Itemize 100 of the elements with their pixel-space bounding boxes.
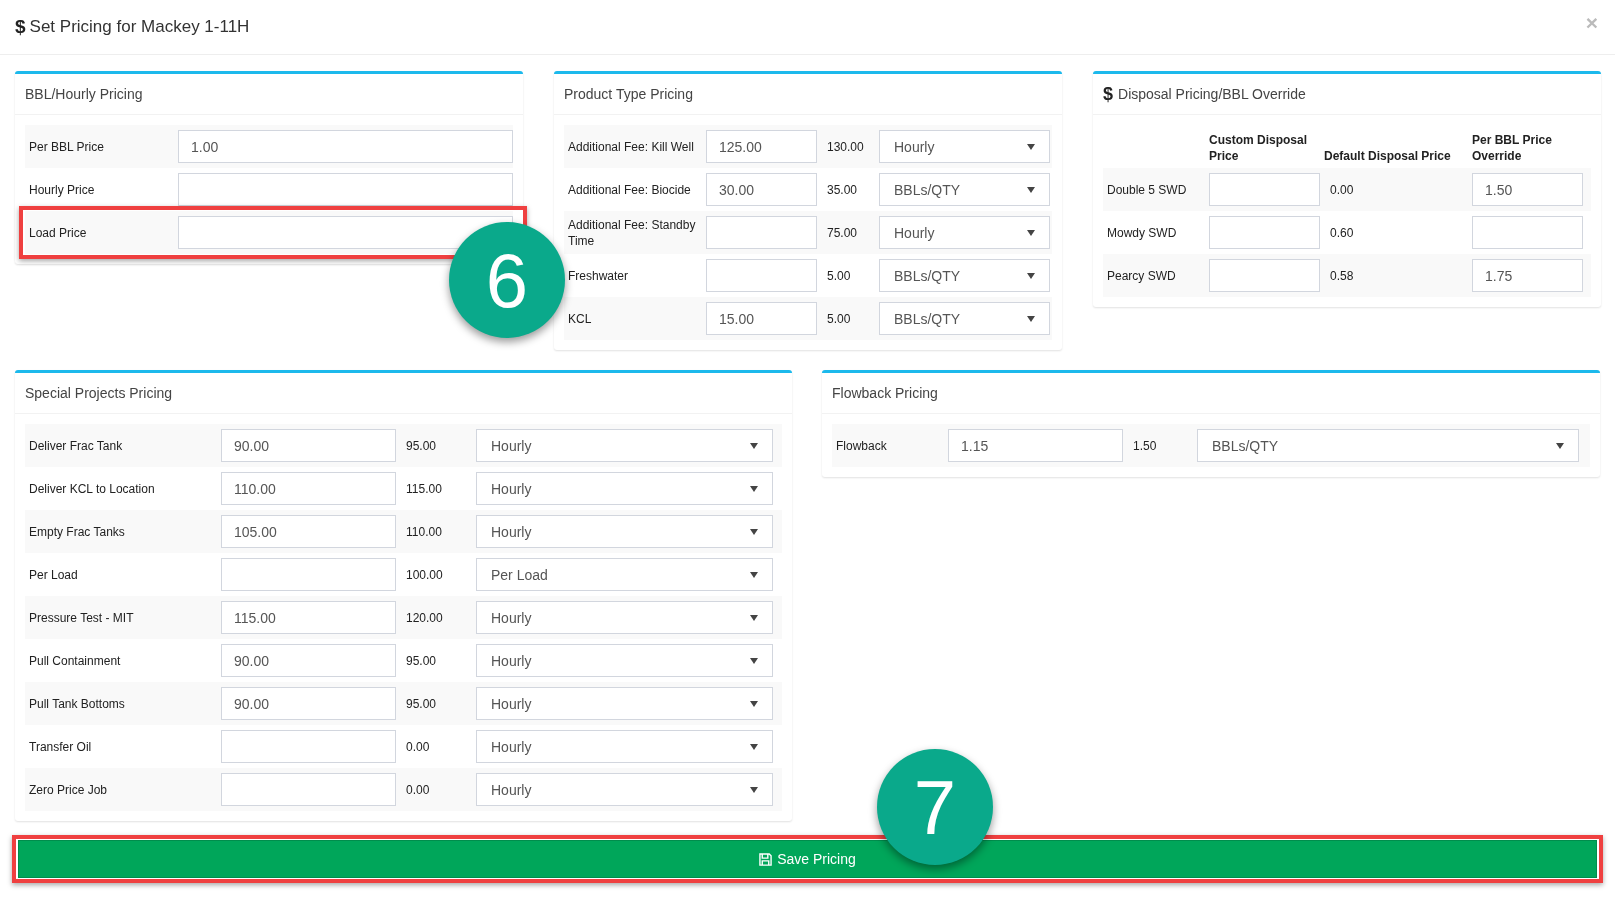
unit-dropdown[interactable]: BBLs/QTY [879,302,1050,335]
caret-icon [750,700,758,707]
panel-title: BBL/Hourly Pricing [25,86,143,102]
disposal-site-name: Mowdy SWD [1107,224,1178,241]
caret-icon [1027,315,1035,322]
dollar-icon: $ [1103,83,1113,105]
field-label: Deliver KCL to Location [29,480,156,497]
field-label: Deliver Frac Tank [29,437,124,454]
caret-icon [1027,186,1035,193]
price-input[interactable] [178,216,513,249]
caret-icon [750,743,758,750]
dollar-icon: $ [15,16,26,38]
price-input[interactable] [221,558,396,591]
price-input[interactable]: 90.00 [221,429,396,462]
caret-icon [750,528,758,535]
default-price: 75.00 [826,225,859,240]
unit-dropdown[interactable]: Hourly [879,130,1050,163]
panel-title: Product Type Pricing [564,86,693,102]
price-input[interactable]: 115.00 [221,601,396,634]
price-input[interactable]: 1.15 [948,429,1123,462]
unit-dropdown[interactable]: Hourly [879,216,1050,249]
override-price-input[interactable]: 1.75 [1472,259,1583,292]
column-header: Default Disposal Price [1324,148,1452,165]
caret-icon [1556,442,1564,449]
unit-dropdown[interactable]: Hourly [476,730,773,763]
default-price: 95.00 [405,696,438,711]
default-price: 0.00 [405,739,431,754]
default-price: 130.00 [826,139,865,154]
column-header: Custom Disposal Price [1209,132,1308,165]
step-callout-tooltip: 7 [877,749,993,865]
caret-icon [750,657,758,664]
unit-dropdown[interactable]: BBLs/QTY [879,173,1050,206]
field-label: Additional Fee: Kill Well [568,138,695,155]
price-input[interactable]: 15.00 [706,302,817,335]
field-label: Empty Frac Tanks [29,523,126,540]
override-price-input[interactable] [1472,216,1583,249]
step-callout-tooltip: 6 [449,222,565,338]
custom-price-input[interactable] [1209,259,1320,292]
default-price: 95.00 [405,438,438,453]
price-input[interactable] [221,730,396,763]
unit-dropdown[interactable]: Hourly [476,515,773,548]
field-label: Freshwater [568,267,630,284]
default-price: 35.00 [826,182,859,197]
custom-price-input[interactable] [1209,216,1320,249]
default-price: 115.00 [405,481,443,496]
default-price: 95.00 [405,653,438,668]
default-price: 0.60 [1329,225,1355,240]
field-label: Per Load [29,566,79,583]
unit-dropdown[interactable]: BBLs/QTY [1197,429,1579,462]
default-price: 100.00 [405,567,444,582]
unit-dropdown[interactable]: Per Load [476,558,773,591]
default-price: 0.00 [1329,182,1355,197]
price-input[interactable]: 105.00 [221,515,396,548]
unit-dropdown[interactable]: Hourly [476,687,773,720]
field-label: Pull Containment [29,652,122,669]
field-label: Additional Fee: Biocide [568,181,692,198]
panel-title: Special Projects Pricing [25,385,173,401]
default-price: 5.00 [826,311,852,326]
unit-dropdown[interactable]: Hourly [476,472,773,505]
field-label: Hourly Price [29,181,96,198]
caret-icon [750,571,758,578]
field-label: Pressure Test - MIT [29,609,135,626]
price-input[interactable] [221,773,396,806]
price-input[interactable]: 125.00 [706,130,817,163]
unit-dropdown[interactable]: Hourly [476,773,773,806]
field-label: Zero Price Job [29,781,109,798]
caret-icon [1027,229,1035,236]
price-input[interactable] [706,259,817,292]
default-price: 0.58 [1329,268,1355,283]
disposal-site-name: Double 5 SWD [1107,181,1188,198]
field-label: Additional Fee: Standby Time [568,216,697,249]
default-price: 1.50 [1132,438,1158,453]
field-label: Per BBL Price [29,138,105,155]
caret-icon [750,442,758,449]
unit-dropdown[interactable]: Hourly [476,429,773,462]
field-label: KCL [568,310,593,327]
field-label: Pull Tank Bottoms [29,695,126,712]
default-price: 110.00 [405,524,443,539]
field-label: Load Price [29,224,88,241]
price-input[interactable] [178,173,513,206]
caret-icon [750,786,758,793]
price-input[interactable]: 30.00 [706,173,817,206]
caret-icon [1027,143,1035,150]
unit-dropdown[interactable]: Hourly [476,601,773,634]
override-price-input[interactable]: 1.50 [1472,173,1583,206]
panel-title: Disposal Pricing/BBL Override [1118,86,1306,102]
price-input[interactable]: 110.00 [221,472,396,505]
field-label: Flowback [836,437,888,454]
caret-icon [750,485,758,492]
price-input[interactable]: 90.00 [221,644,396,677]
default-price: 0.00 [405,782,431,797]
custom-price-input[interactable] [1209,173,1320,206]
unit-dropdown[interactable]: Hourly [476,644,773,677]
unit-dropdown[interactable]: BBLs/QTY [879,259,1050,292]
price-input[interactable]: 90.00 [221,687,396,720]
price-input[interactable] [706,216,817,249]
modal-title: Set Pricing for Mackey 1-11H [29,17,250,37]
price-input[interactable]: 1.00 [178,130,513,163]
panel-title: Flowback Pricing [832,385,938,401]
column-header: Per BBL Price Override [1472,132,1553,165]
